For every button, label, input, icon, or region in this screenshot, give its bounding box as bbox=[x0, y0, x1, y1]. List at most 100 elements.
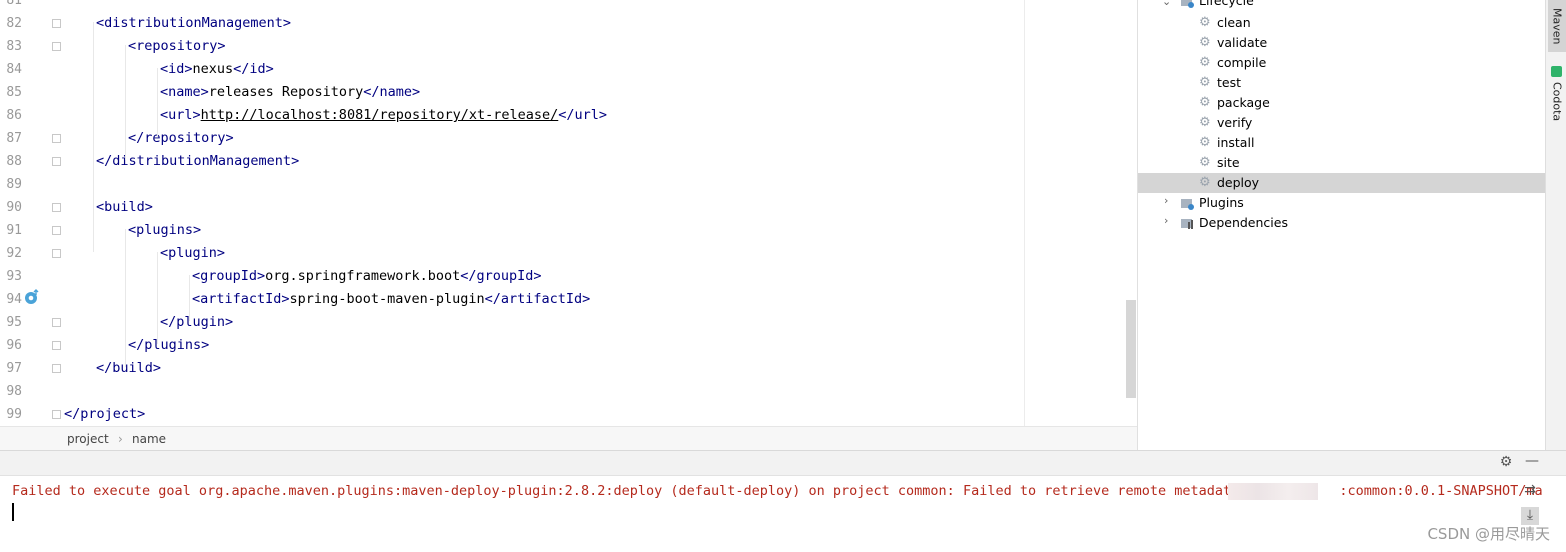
fold-marker[interactable] bbox=[52, 134, 61, 143]
code-line: <name>releases Repository</name> bbox=[160, 81, 420, 104]
url-link[interactable]: http://localhost:8081/repository/xt-rele… bbox=[201, 107, 559, 123]
xml-tag: </build> bbox=[96, 360, 162, 376]
indent-guide bbox=[157, 252, 158, 344]
line-number: 94 bbox=[6, 292, 22, 307]
codota-icon bbox=[1551, 66, 1562, 77]
xml-tag: <distributionManagement> bbox=[96, 15, 292, 31]
code-line: <plugin> bbox=[160, 242, 225, 265]
lifecycle-phase-compile[interactable]: compile bbox=[1217, 53, 1266, 73]
xml-text: spring-boot-maven-plugin bbox=[289, 291, 485, 307]
fold-marker[interactable] bbox=[52, 410, 61, 419]
line-number: 91 bbox=[6, 223, 22, 238]
error-text-suffix: :common:0.0.1-SNAPSHOT/ma bbox=[1339, 483, 1543, 499]
line-number: 84 bbox=[6, 62, 22, 77]
lifecycle-phase-package[interactable]: package bbox=[1217, 93, 1270, 113]
lifecycle-node[interactable]: Lifecycle bbox=[1199, 0, 1254, 11]
code-line: </project> bbox=[64, 403, 145, 426]
minimize-icon[interactable]: — bbox=[1523, 453, 1541, 471]
fold-marker[interactable] bbox=[52, 203, 61, 212]
lifecycle-phase-deploy[interactable]: deploy bbox=[1217, 173, 1259, 193]
chevron-down-icon[interactable]: ⌄ bbox=[1162, 0, 1171, 7]
redaction-blur bbox=[1228, 483, 1318, 500]
gear-icon: ⚙ bbox=[1199, 175, 1211, 190]
editor-scrollbar-thumb[interactable] bbox=[1126, 300, 1136, 398]
xml-text: nexus bbox=[192, 61, 234, 77]
fold-marker[interactable] bbox=[52, 157, 61, 166]
right-tool-strip: Maven Codota bbox=[1545, 0, 1566, 450]
gear-icon: ⚙ bbox=[1199, 155, 1211, 170]
line-number: 83 bbox=[6, 39, 22, 54]
code-line: <url>http://localhost:8081/repository/xt… bbox=[160, 104, 607, 127]
code-editor[interactable]: 81 82 83 84 85 86 87 88 89 90 91 92 93 94 95 96 97 98 99 <… bbox=[0, 0, 1137, 426]
xml-tag: </name> bbox=[363, 84, 421, 100]
line-number: 95 bbox=[6, 315, 22, 330]
chevron-right-icon[interactable]: › bbox=[1164, 215, 1172, 226]
text-caret bbox=[12, 503, 14, 521]
gear-icon[interactable]: ⚙ bbox=[1497, 454, 1515, 472]
fold-marker[interactable] bbox=[52, 249, 61, 258]
fold-marker[interactable] bbox=[52, 318, 61, 327]
run-toolbar: ⚙ — bbox=[0, 450, 1566, 476]
plugins-node[interactable]: Plugins bbox=[1199, 193, 1244, 213]
code-line: </plugins> bbox=[128, 334, 209, 357]
watermark: CSDN @用尽晴天 bbox=[1427, 525, 1550, 543]
chevron-right-icon[interactable]: › bbox=[1164, 195, 1172, 206]
gear-icon: ⚙ bbox=[1199, 75, 1211, 90]
lifecycle-phase-site[interactable]: site bbox=[1217, 153, 1240, 173]
code-line: <repository> bbox=[128, 35, 226, 58]
xml-tag: <artifactId> bbox=[192, 291, 290, 307]
xml-text: releases Repository bbox=[208, 84, 364, 100]
fold-marker[interactable] bbox=[52, 364, 61, 373]
indent-guide bbox=[157, 68, 158, 137]
breadcrumb-item-project[interactable]: project bbox=[67, 432, 109, 446]
breadcrumb-item-name[interactable]: name bbox=[132, 432, 166, 446]
dependencies-folder-icon bbox=[1181, 219, 1193, 229]
line-number: 81 bbox=[6, 0, 22, 8]
fold-marker[interactable] bbox=[52, 226, 61, 235]
code-line: </build> bbox=[96, 357, 161, 380]
code-line: <build> bbox=[96, 196, 153, 219]
gear-icon: ⚙ bbox=[1199, 95, 1211, 110]
breadcrumb: project › name bbox=[0, 426, 1137, 450]
code-line: </repository> bbox=[128, 127, 234, 150]
code-line: <artifactId>spring-boot-maven-plugin</ar… bbox=[192, 288, 590, 311]
line-number: 88 bbox=[6, 154, 22, 169]
line-number: 89 bbox=[6, 177, 22, 192]
gear-icon: ⚙ bbox=[1199, 135, 1211, 150]
error-text: Failed to execute goal org.apache.maven.… bbox=[12, 483, 1248, 499]
xml-tag: <url> bbox=[160, 107, 201, 123]
xml-tag: </url> bbox=[558, 107, 608, 123]
xml-tag: </project> bbox=[64, 406, 146, 422]
lifecycle-phase-clean[interactable]: clean bbox=[1217, 13, 1251, 33]
run-console[interactable]: Failed to execute goal org.apache.maven.… bbox=[0, 476, 1566, 552]
indent-guide bbox=[125, 229, 126, 367]
code-line: <groupId>org.springframework.boot</group… bbox=[192, 265, 542, 288]
xml-tag: <build> bbox=[96, 199, 153, 215]
lifecycle-phase-validate[interactable]: validate bbox=[1217, 33, 1267, 53]
xml-tag: </plugin> bbox=[160, 314, 234, 330]
indent-guide bbox=[93, 22, 94, 252]
soft-wrap-icon[interactable]: ⇉ bbox=[1521, 482, 1539, 500]
gear-icon: ⚙ bbox=[1199, 115, 1211, 130]
line-number: 90 bbox=[6, 200, 22, 215]
lifecycle-phase-test[interactable]: test bbox=[1217, 73, 1241, 93]
run-plugin-icon[interactable] bbox=[24, 289, 40, 305]
tab-maven[interactable]: Maven bbox=[1548, 0, 1566, 52]
lifecycle-phase-verify[interactable]: verify bbox=[1217, 113, 1252, 133]
xml-tag: <repository> bbox=[128, 38, 226, 54]
line-number: 86 bbox=[6, 108, 22, 123]
dependencies-node[interactable]: Dependencies bbox=[1199, 213, 1288, 233]
indent-guide bbox=[189, 275, 190, 321]
lifecycle-phase-install[interactable]: install bbox=[1217, 133, 1254, 153]
gear-icon: ⚙ bbox=[1199, 55, 1211, 70]
xml-tag: <name> bbox=[160, 84, 209, 100]
fold-marker[interactable] bbox=[52, 341, 61, 350]
code-line: </distributionManagement> bbox=[96, 150, 299, 173]
tab-codota[interactable]: Codota bbox=[1548, 80, 1566, 124]
xml-tag: </repository> bbox=[128, 130, 234, 146]
fold-marker[interactable] bbox=[52, 42, 61, 51]
line-number: 92 bbox=[6, 246, 22, 261]
xml-tag: </artifactId> bbox=[484, 291, 591, 307]
fold-marker[interactable] bbox=[52, 19, 61, 28]
xml-tag: <groupId> bbox=[192, 268, 266, 284]
